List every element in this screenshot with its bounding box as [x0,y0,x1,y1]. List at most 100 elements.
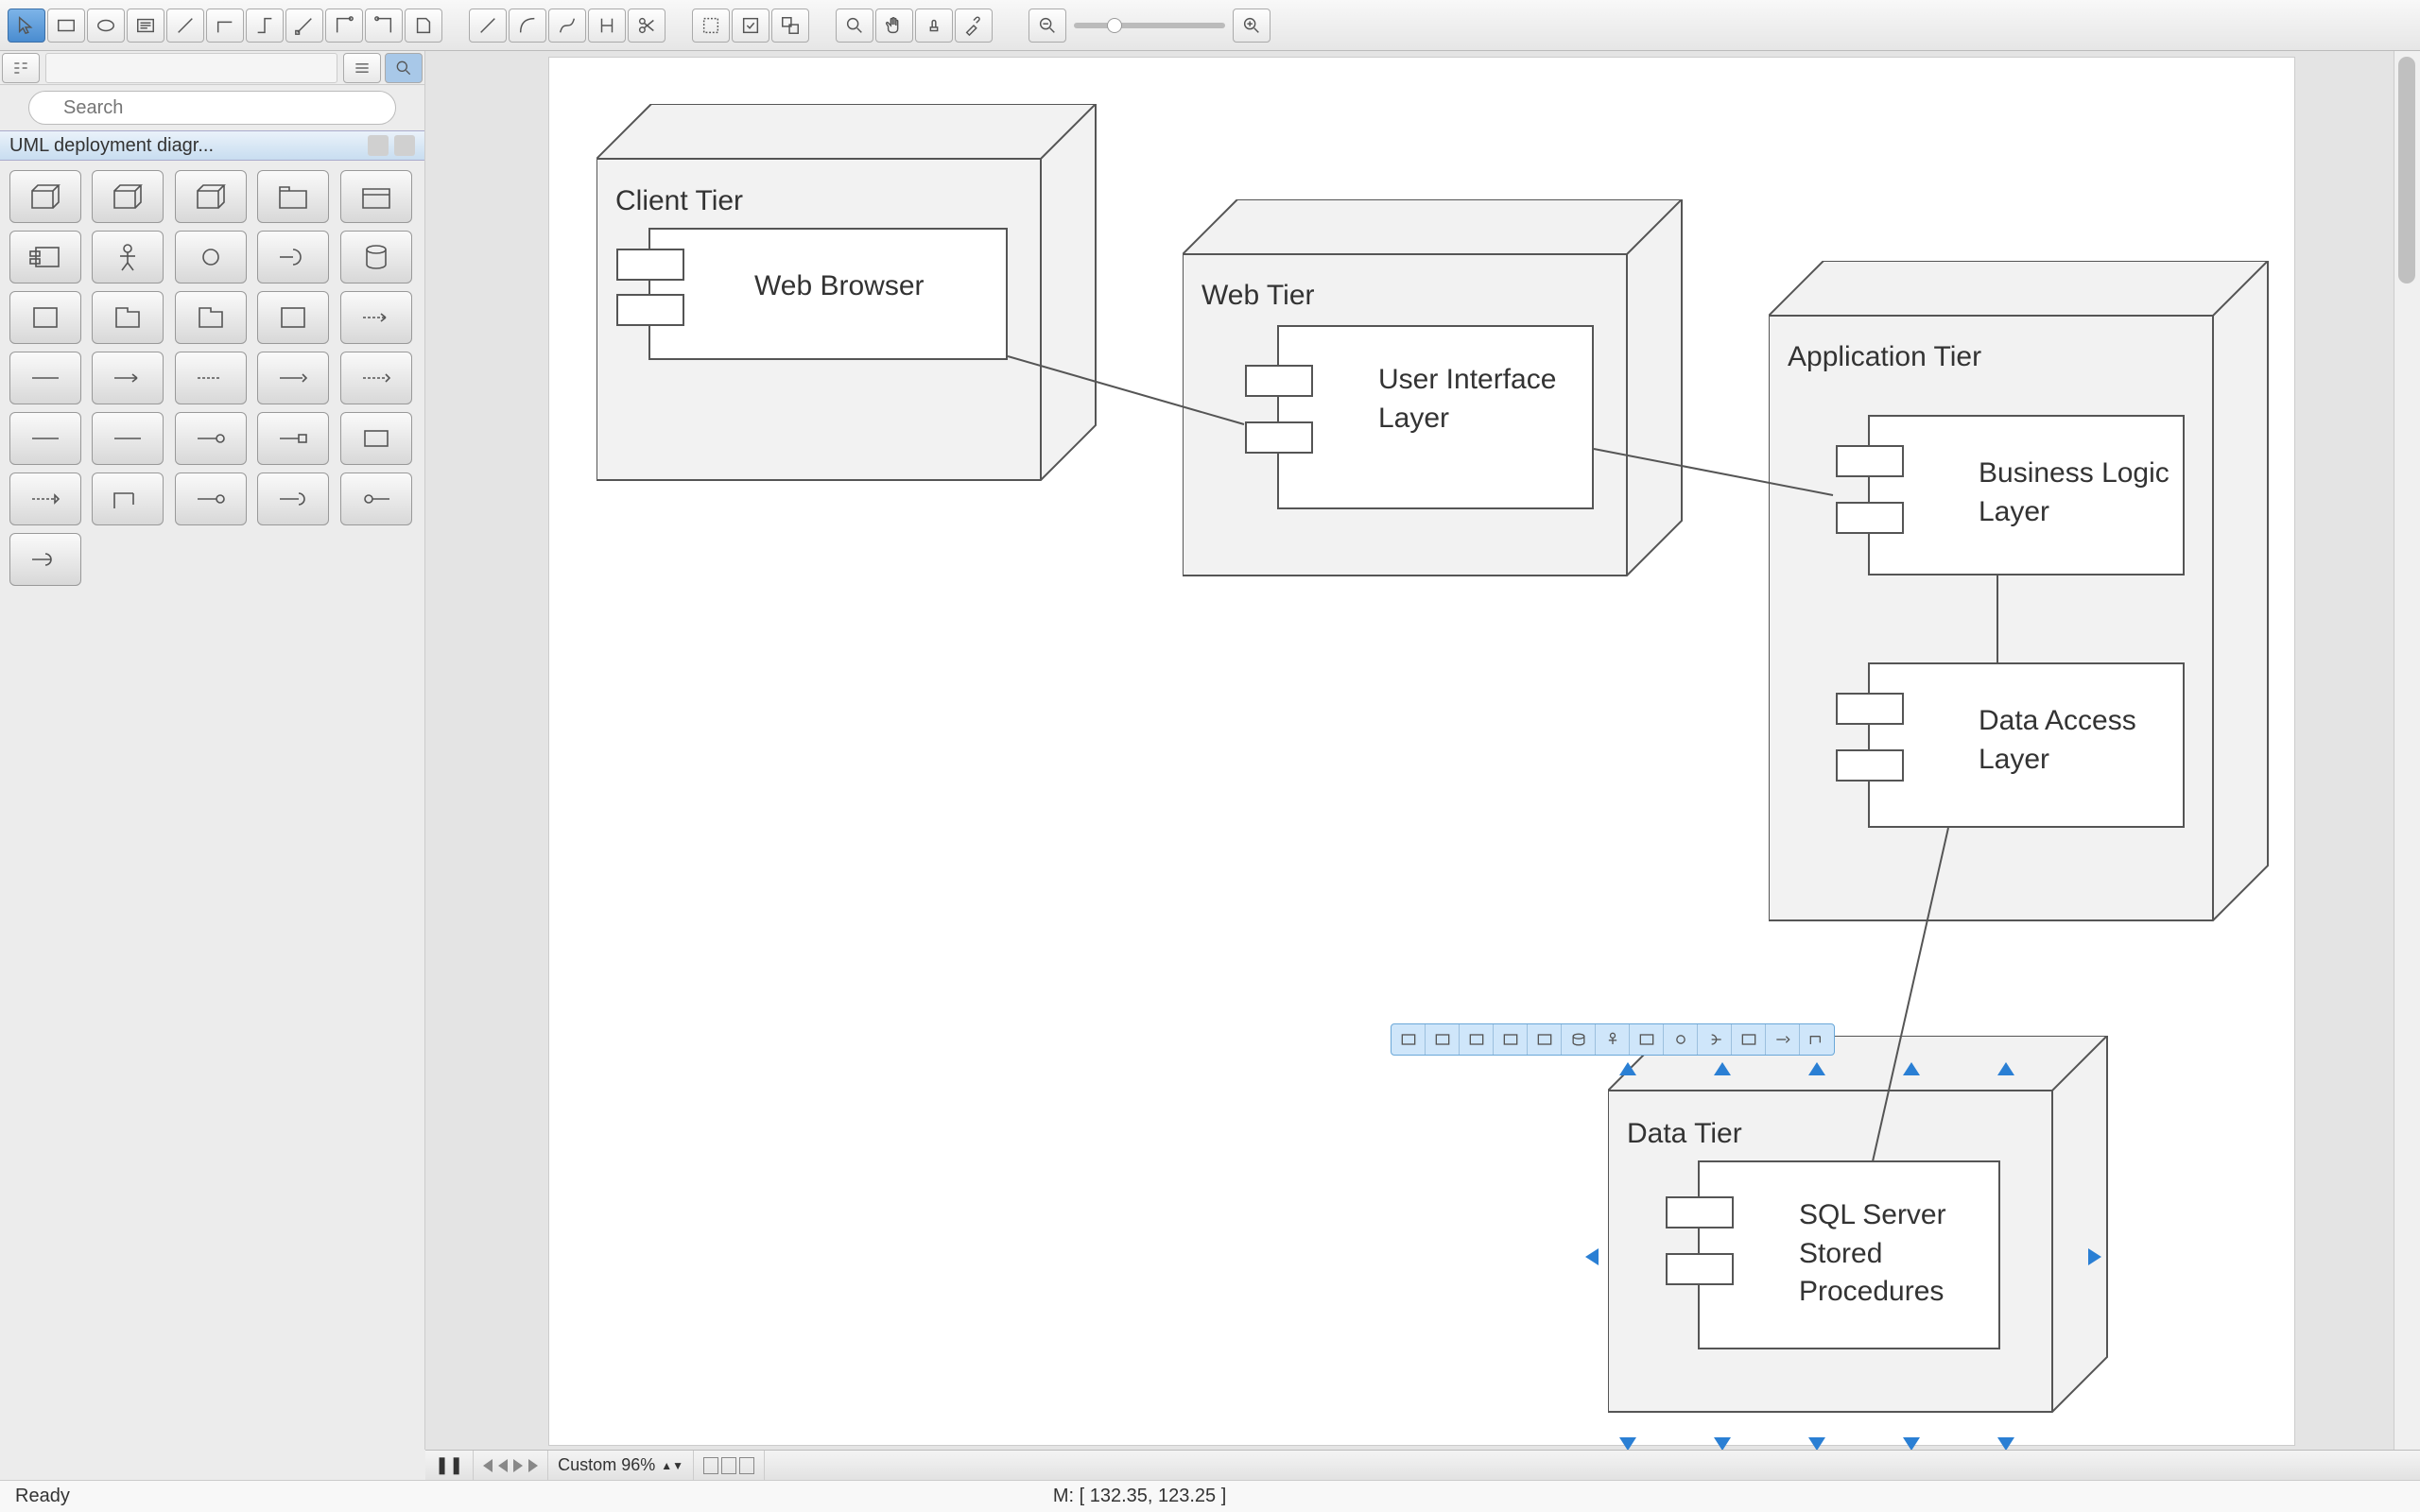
palette-real-4[interactable] [257,472,329,525]
palette-assoc-3[interactable] [175,352,247,404]
palette-package-1[interactable] [257,170,329,223]
tool-connector-3[interactable] [285,9,323,43]
sidebar-search-toggle[interactable] [385,53,423,83]
palette-node-3d-3[interactable] [175,170,247,223]
quick-shape-3[interactable] [1460,1024,1494,1055]
palette-component[interactable] [9,231,81,284]
tool-arc[interactable] [509,9,546,43]
tool-connector-1[interactable] [206,9,244,43]
palette-artifact-2[interactable] [92,291,164,344]
tool-connector-4[interactable] [325,9,363,43]
tool-line[interactable] [166,9,204,43]
palette-close-icon[interactable] [394,135,415,156]
palette-artifact-1[interactable] [9,291,81,344]
quick-shape-6[interactable] [1562,1024,1596,1055]
palette-package-2[interactable] [340,170,412,223]
sidebar-toggle-tree[interactable] [2,53,40,83]
sel-handle-s3[interactable] [1808,1437,1825,1450]
tool-line-2[interactable] [469,9,507,43]
tool-ellipse[interactable] [87,9,125,43]
zoom-out-button[interactable] [1028,9,1066,43]
palette-interface-circle[interactable] [175,231,247,284]
sel-handle-s5[interactable] [1997,1437,2014,1450]
palette-gen-1[interactable] [9,412,81,465]
sel-handle-s4[interactable] [1903,1437,1920,1450]
quick-shape-4[interactable] [1494,1024,1528,1055]
page-prev-icon[interactable] [498,1459,508,1472]
palette-database[interactable] [340,231,412,284]
sel-handle-n3[interactable] [1808,1062,1825,1075]
sel-handle-s2[interactable] [1714,1437,1731,1450]
palette-node-3d-2[interactable] [92,170,164,223]
component-business-logic[interactable]: Business Logic Layer [1868,415,2185,576]
sel-handle-n4[interactable] [1903,1062,1920,1075]
sel-handle-w[interactable] [1585,1248,1599,1265]
canvas-page[interactable]: Client Tier Web Browser Web Tier User In… [548,57,2295,1446]
palette-real-1[interactable] [9,472,81,525]
tool-connector-5[interactable] [365,9,403,43]
zoom-slider[interactable] [1074,23,1225,28]
zoom-slider-thumb[interactable] [1107,18,1122,33]
zoom-in-button[interactable] [1233,9,1270,43]
quick-shape-8[interactable] [1630,1024,1664,1055]
palette-extra-1[interactable] [9,533,81,586]
tool-text[interactable] [127,9,164,43]
palette-node-3d-1[interactable] [9,170,81,223]
quick-shape-2[interactable] [1426,1024,1460,1055]
palette-real-3[interactable] [175,472,247,525]
scrollbar-vertical[interactable] [2394,51,2420,1450]
palette-artifact-3[interactable] [175,291,247,344]
palette-assoc-1[interactable] [9,352,81,404]
sel-handle-n2[interactable] [1714,1062,1731,1075]
page-next-icon[interactable] [513,1459,523,1472]
tool-dimension[interactable] [588,9,626,43]
component-data-access[interactable]: Data Access Layer [1868,662,2185,828]
page-last-icon[interactable] [528,1459,538,1472]
sel-handle-n5[interactable] [1997,1062,2014,1075]
quick-shape-7[interactable] [1596,1024,1630,1055]
sel-handle-n1[interactable] [1619,1062,1636,1075]
palette-gen-3[interactable] [175,412,247,465]
tool-hand[interactable] [875,9,913,43]
palette-gen-2[interactable] [92,412,164,465]
quick-shape-10[interactable] [1698,1024,1732,1055]
bottom-zoom[interactable]: Custom 96% ▲▼ [548,1451,694,1480]
quick-shape-12[interactable] [1766,1024,1800,1055]
tool-eyedropper[interactable] [955,9,993,43]
palette-actor[interactable] [92,231,164,284]
page-first-icon[interactable] [483,1459,493,1472]
bottom-pause[interactable]: ❚❚ [425,1451,474,1480]
palette-real-5[interactable] [340,472,412,525]
view-mode-3[interactable] [739,1457,754,1474]
tool-select-3[interactable] [771,9,809,43]
search-input[interactable] [28,91,396,125]
palette-gen-5[interactable] [340,412,412,465]
canvas[interactable]: Client Tier Web Browser Web Tier User In… [425,51,2394,1450]
palette-socket[interactable] [257,231,329,284]
tool-scissors[interactable] [628,9,666,43]
palette-dependency-1[interactable] [340,291,412,344]
sel-handle-s1[interactable] [1619,1437,1636,1450]
palette-real-2[interactable] [92,472,164,525]
quick-shape-5[interactable] [1528,1024,1562,1055]
quick-shape-1[interactable] [1392,1024,1426,1055]
tool-pointer[interactable] [8,9,45,43]
view-mode-1[interactable] [703,1457,718,1474]
tool-stamp[interactable] [915,9,953,43]
palette-assoc-2[interactable] [92,352,164,404]
tool-connector-2[interactable] [246,9,284,43]
tool-select-1[interactable] [692,9,730,43]
palette-artifact-4[interactable] [257,291,329,344]
quick-shape-9[interactable] [1664,1024,1698,1055]
palette-gen-4[interactable] [257,412,329,465]
tool-rectangle[interactable] [47,9,85,43]
quick-shape-11[interactable] [1732,1024,1766,1055]
palette-assoc-4[interactable] [257,352,329,404]
component-web-browser[interactable]: Web Browser [648,228,1008,360]
tool-zoom[interactable] [836,9,873,43]
palette-detach-icon[interactable] [368,135,389,156]
view-mode-2[interactable] [721,1457,736,1474]
component-ui-layer[interactable]: User Interface Layer [1277,325,1594,509]
component-sql[interactable]: SQL Server Stored Procedures [1698,1160,2000,1349]
tool-select-2[interactable] [732,9,769,43]
